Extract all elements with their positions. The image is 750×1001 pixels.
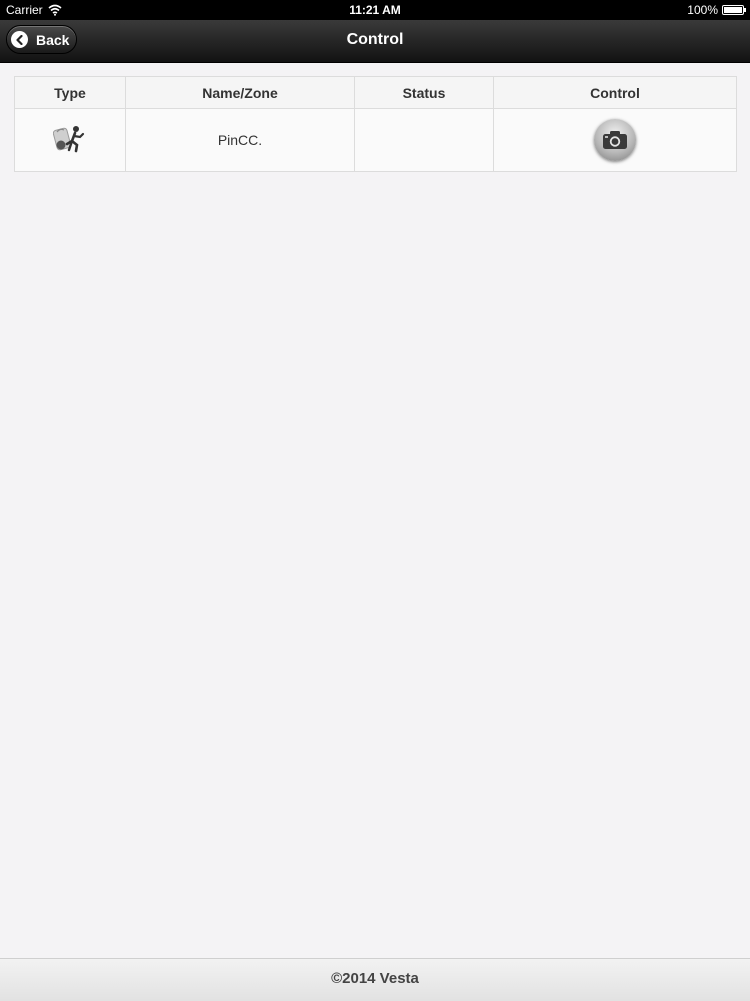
header-control: Control <box>493 76 737 109</box>
name-zone-cell: PinCC. <box>125 108 355 172</box>
camera-button[interactable] <box>594 119 636 161</box>
table-header-row: Type Name/Zone Status Control <box>14 76 737 109</box>
footer: ©2014 Vesta <box>0 958 750 1001</box>
header-name-zone: Name/Zone <box>125 76 355 109</box>
control-cell <box>493 108 737 172</box>
status-time: 11:21 AM <box>349 3 401 17</box>
header-status: Status <box>354 76 494 109</box>
type-cell <box>14 108 126 172</box>
status-bar: Carrier 11:21 AM 100% <box>0 0 750 20</box>
camera-icon <box>603 131 627 149</box>
page-title: Control <box>346 31 404 48</box>
battery-indicator: 100% <box>687 0 746 20</box>
copyright-text: ©2014 Vesta <box>331 970 419 987</box>
header-type: Type <box>14 76 126 109</box>
table-row: PinCC. <box>14 108 737 172</box>
status-cell <box>354 108 494 172</box>
main-content: Type Name/Zone Status Control PinCC. <box>14 76 737 172</box>
battery-percent: 100% <box>687 3 718 17</box>
navigation-bar: Back Control <box>0 20 750 63</box>
device-table: Type Name/Zone Status Control PinCC. <box>14 76 737 172</box>
panic-device-icon <box>52 125 85 152</box>
battery-icon <box>722 5 746 15</box>
